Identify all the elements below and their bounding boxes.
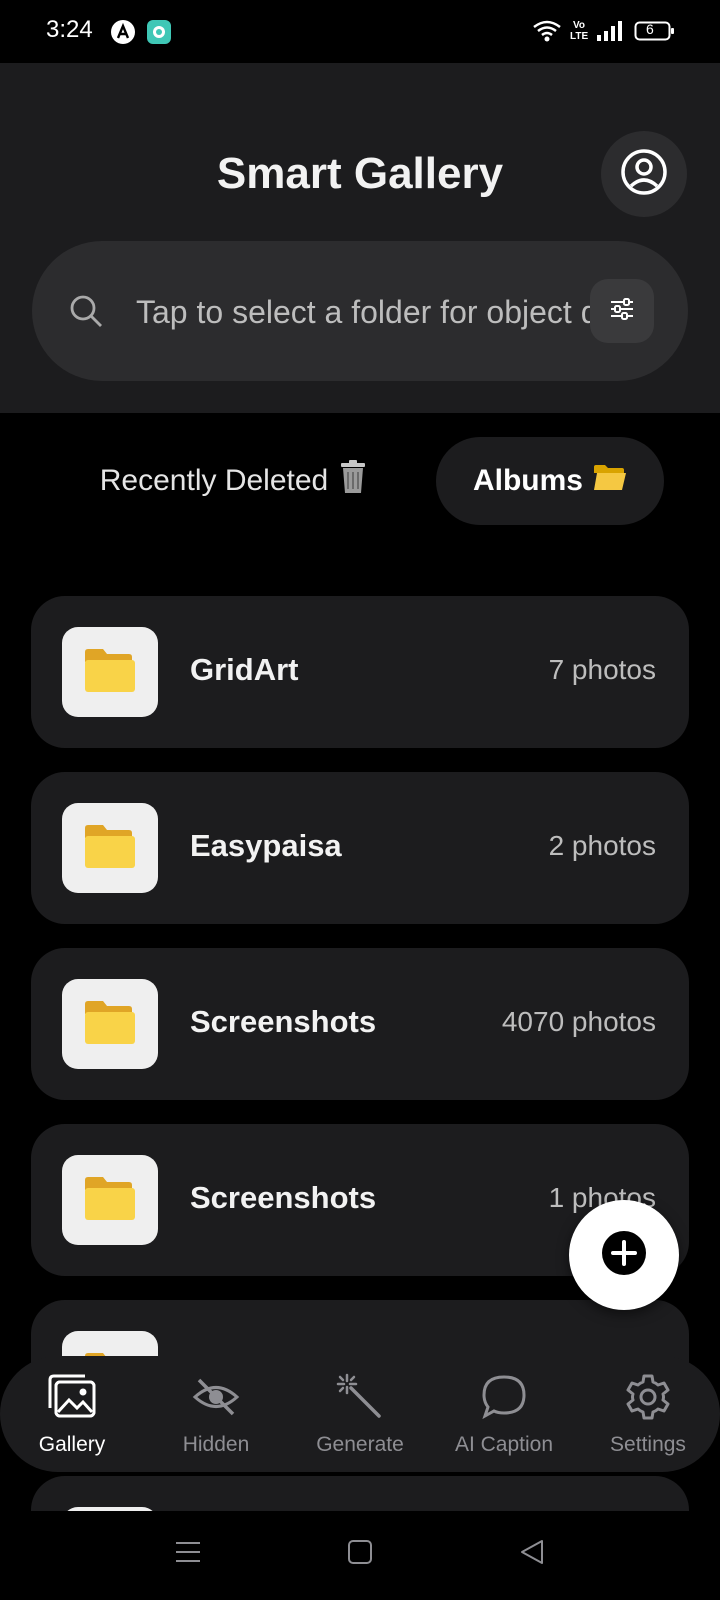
app-header: Smart Gallery [0, 63, 720, 413]
gear-icon [623, 1372, 673, 1422]
nav-label: Generate [316, 1433, 404, 1456]
chat-bubble-icon [479, 1372, 529, 1422]
eye-off-icon [191, 1372, 241, 1422]
menu-icon[interactable] [174, 1538, 202, 1571]
folder-icon [83, 998, 137, 1051]
filter-button[interactable] [590, 279, 654, 343]
open-folder-icon [593, 463, 627, 499]
album-count: 2 photos [548, 830, 656, 861]
tab-label: Recently Deleted [99, 464, 329, 497]
album-name: Screenshots [190, 1180, 377, 1215]
bottom-nav: Gallery Hidden Generate AI Caption Setti… [0, 1356, 720, 1472]
folder-icon [83, 1174, 137, 1227]
nav-settings[interactable]: Settings [576, 1356, 720, 1472]
tab-recently-deleted[interactable]: Recently Deleted [84, 437, 384, 525]
album-name: Easypaisa [190, 828, 342, 863]
album-thumbnail [62, 627, 158, 717]
search-icon [68, 293, 104, 334]
album-thumbnail [62, 1155, 158, 1245]
tab-label: Albums [472, 464, 583, 497]
album-card[interactable]: GridArt 7 photos [31, 596, 689, 748]
album-thumbnail [62, 979, 158, 1069]
app-teal-icon [146, 19, 172, 50]
nav-ai-caption[interactable]: AI Caption [432, 1356, 576, 1472]
trash-icon [338, 460, 368, 502]
profile-button[interactable] [601, 131, 687, 217]
battery-level: 6 [646, 21, 654, 37]
album-name: GridArt [190, 652, 299, 687]
album-card[interactable]: Screenshots 4070 photos [31, 948, 689, 1100]
system-nav-bar [0, 1512, 720, 1600]
search-input[interactable] [134, 287, 608, 337]
battery-icon: 6 [634, 19, 676, 48]
folder-icon [83, 822, 137, 875]
nav-generate[interactable]: Generate [288, 1356, 432, 1472]
folder-icon [83, 646, 137, 699]
tab-albums[interactable]: Albums [436, 437, 664, 525]
nav-label: Hidden [182, 1433, 250, 1456]
album-count: 4070 photos [501, 1006, 656, 1037]
status-time: 3:24 [46, 16, 93, 43]
album-card[interactable] [31, 1476, 689, 1511]
filter-icon [608, 295, 636, 328]
album-thumbnail [62, 1507, 158, 1511]
nav-label: AI Caption [454, 1433, 554, 1456]
wifi-icon [532, 19, 562, 48]
app-a-icon [110, 19, 136, 50]
nav-hidden[interactable]: Hidden [144, 1356, 288, 1472]
search-bar [32, 241, 688, 381]
nav-label: Gallery [38, 1433, 106, 1456]
album-card[interactable]: Easypaisa 2 photos [31, 772, 689, 924]
nav-label: Settings [610, 1433, 686, 1456]
magic-wand-icon [335, 1372, 385, 1422]
signal-icon [596, 19, 624, 48]
nav-gallery[interactable]: Gallery [0, 1356, 144, 1472]
status-bar: 3:24 Vo LTE 6 [0, 0, 720, 63]
album-count: 7 photos [548, 654, 656, 685]
volte-icon: Vo LTE [570, 20, 589, 42]
album-thumbnail [62, 803, 158, 893]
profile-icon [620, 148, 668, 201]
home-icon[interactable] [346, 1538, 374, 1571]
gallery-icon [47, 1372, 97, 1422]
album-name: Screenshots [190, 1004, 377, 1039]
plus-icon [600, 1229, 648, 1282]
back-icon[interactable] [518, 1538, 546, 1571]
add-button[interactable] [569, 1200, 679, 1310]
